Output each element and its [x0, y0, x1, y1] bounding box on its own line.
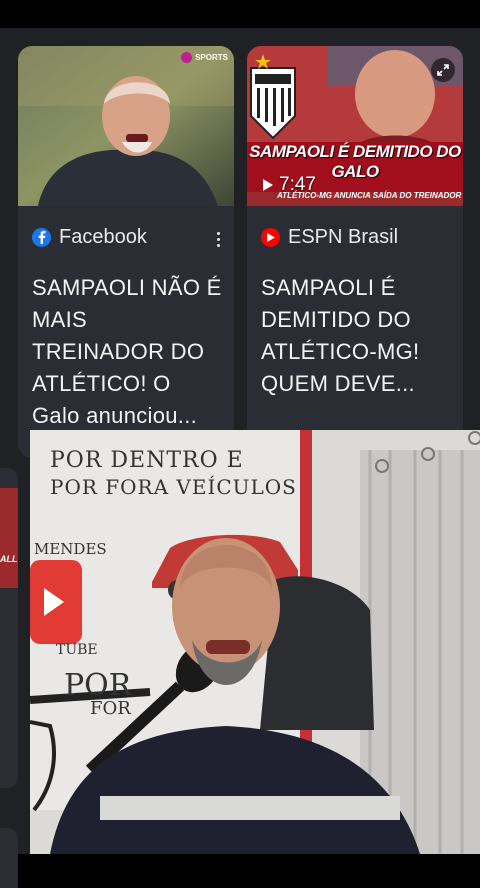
source-name: ESPN Brasil — [288, 225, 399, 248]
news-card-facebook[interactable]: SPORTS Facebook SAMPAOLI NÃO É MAIS TREI… — [18, 46, 234, 458]
card-headline[interactable]: SAMPAOLI NÃO É MAIS TREINADOR DO ATLÉTIC… — [32, 272, 224, 432]
video-duration: 7:47 — [263, 174, 316, 196]
partial-card-edge[interactable]: ALL — [0, 468, 18, 788]
card-headline[interactable]: SAMPAOLI É DEMITIDO DO ATLÉTICO-MG! QUEM… — [261, 272, 453, 400]
partial-thumbnail-text: ALL — [0, 554, 18, 564]
facebook-icon — [32, 227, 51, 247]
banner-side-text-2: TUBE — [56, 642, 98, 658]
banner-side-text-1: MENDES — [34, 540, 107, 558]
sports-brand-badge: SPORTS — [181, 52, 228, 63]
pip-video-player[interactable]: POR DENTRO E POR FORA VEÍCULOS MENDES TU… — [30, 430, 480, 854]
expand-icon[interactable] — [431, 58, 455, 82]
banner-side-text-4: FOR — [90, 698, 131, 719]
youtube-icon — [261, 227, 280, 247]
card-source[interactable]: Facebook — [32, 224, 220, 250]
play-icon — [263, 179, 273, 191]
partial-card-edge-bottom[interactable] — [0, 828, 18, 888]
banner-sign: POR DENTRO E POR FORA VEÍCULOS — [50, 448, 297, 499]
card-thumbnail[interactable]: SAMPAOLI É DEMITIDO DO GALO ATLÉTICO-MG … — [247, 46, 463, 206]
brand-logo-icon — [181, 52, 193, 63]
more-options-icon[interactable] — [216, 232, 222, 250]
card-source[interactable]: ESPN Brasil — [261, 224, 449, 250]
partial-thumbnail — [0, 488, 18, 588]
card-thumbnail[interactable]: SPORTS — [18, 46, 234, 206]
source-name: Facebook — [59, 225, 147, 248]
news-card-espn[interactable]: SAMPAOLI É DEMITIDO DO GALO ATLÉTICO-MG … — [247, 46, 463, 458]
sign-line-1: POR DENTRO E — [50, 448, 244, 473]
sign-line-2: POR FORA VEÍCULOS — [50, 475, 297, 499]
thumbnail-image — [18, 46, 234, 206]
status-bar — [0, 0, 480, 30]
